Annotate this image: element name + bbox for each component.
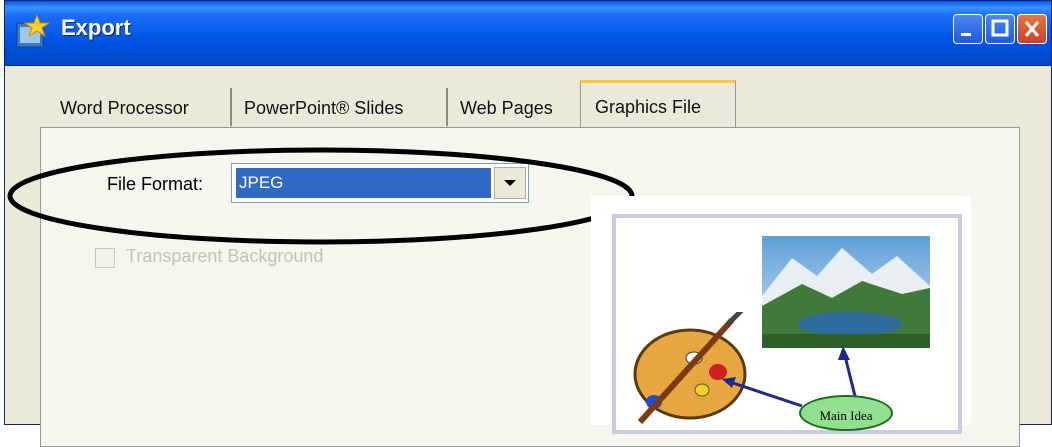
minimize-button[interactable] — [953, 14, 983, 44]
maximize-icon — [991, 19, 1009, 37]
tab-label: Web Pages — [460, 98, 553, 118]
tab-graphics-file[interactable]: Graphics File — [580, 80, 736, 128]
tab-label: PowerPoint® Slides — [244, 98, 404, 118]
transparent-background-checkbox[interactable] — [95, 248, 115, 268]
maximize-button[interactable] — [985, 14, 1015, 44]
title-bar[interactable]: Export — [5, 1, 1051, 66]
tab-web-pages[interactable]: Web Pages — [450, 88, 578, 126]
minimize-icon — [961, 33, 971, 36]
tab-divider — [446, 88, 448, 126]
tab-label: Word Processor — [60, 98, 189, 118]
transparent-background-label: Transparent Background — [126, 246, 324, 266]
tab-word-processor[interactable]: Word Processor — [50, 88, 228, 126]
close-button[interactable] — [1017, 14, 1047, 44]
highlight-ellipse — [7, 147, 635, 245]
landscape-image — [762, 236, 930, 348]
close-icon — [1024, 21, 1040, 37]
app-star-icon — [16, 15, 51, 48]
tab-powerpoint-slides[interactable]: PowerPoint® Slides — [234, 88, 444, 126]
main-idea-node: Main Idea — [799, 395, 893, 431]
tab-divider — [230, 88, 232, 126]
window-title: Export — [61, 15, 131, 40]
tab-label: Graphics File — [595, 97, 702, 117]
